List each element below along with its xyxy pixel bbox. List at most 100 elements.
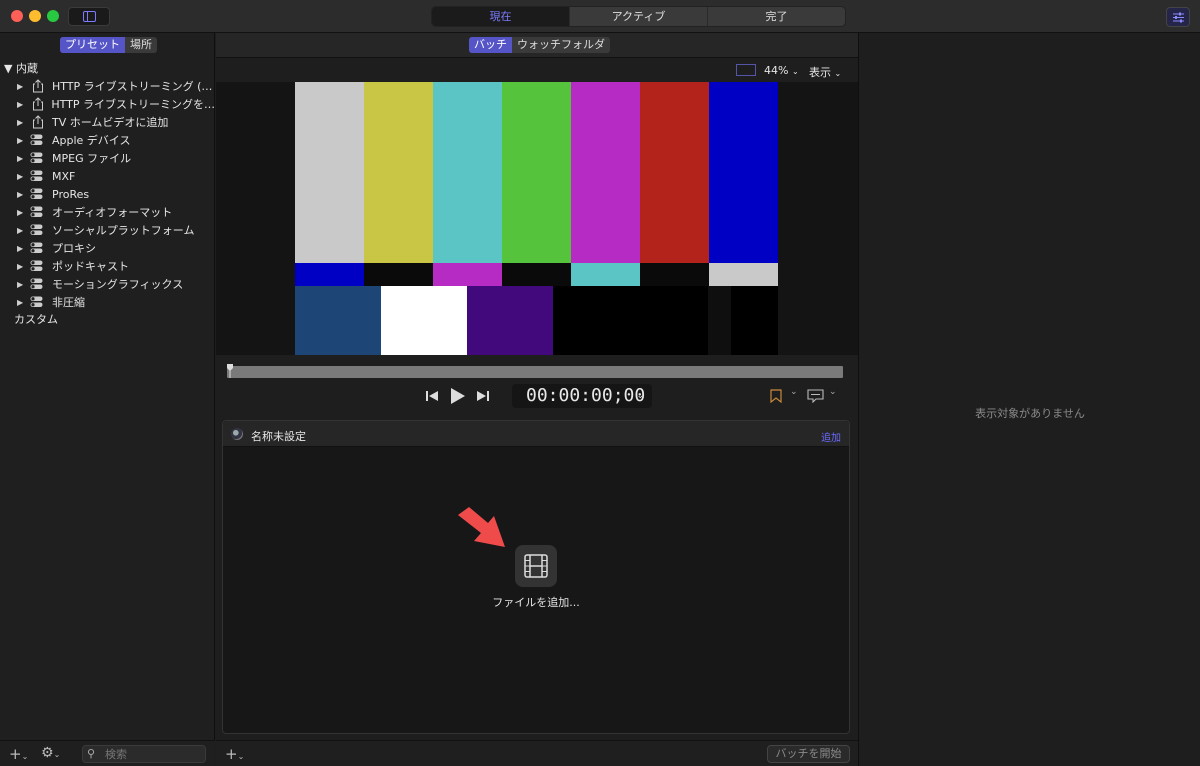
- preset-label: プロキシ: [52, 242, 96, 255]
- disclosure-triangle-icon[interactable]: ▶: [17, 82, 27, 91]
- preset-label: 非圧縮: [52, 296, 85, 309]
- zoom-window-button[interactable]: [47, 10, 59, 22]
- chevron-down-icon[interactable]: ⌄: [790, 387, 798, 397]
- custom-section-header[interactable]: カスタム: [14, 311, 58, 327]
- add-files-button[interactable]: [515, 545, 557, 587]
- zoom-menu[interactable]: 44% ⌄: [764, 64, 799, 77]
- preset-item[interactable]: ▶ オーディオフォーマット: [0, 203, 215, 221]
- sliders-icon: [1173, 12, 1184, 23]
- caption-icon[interactable]: [807, 389, 824, 403]
- preset-label: HTTP ライブストリーミングを…: [51, 98, 215, 111]
- zoom-value: 44%: [764, 64, 789, 77]
- color-bar: [433, 82, 503, 263]
- tab-batch[interactable]: バッチ: [469, 37, 512, 53]
- viewer-toolbar: 44% ⌄ 表示 ⌄: [216, 58, 858, 82]
- preset-item[interactable]: ▶ ProRes: [0, 185, 215, 203]
- arrow-pointer-icon: [458, 507, 505, 547]
- batch-footer: +⌄ バッチを開始: [216, 740, 858, 766]
- preset-label: ポッドキャスト: [52, 260, 129, 273]
- disclosure-triangle-icon[interactable]: ▶: [17, 244, 27, 253]
- minimize-window-button[interactable]: [29, 10, 41, 22]
- color-bar: [571, 82, 641, 263]
- gear-menu-button[interactable]: ⚙⌄: [41, 745, 60, 761]
- color-bar: [502, 82, 572, 263]
- start-batch-button[interactable]: バッチを開始: [767, 745, 850, 763]
- disclosure-triangle-icon[interactable]: ▶: [17, 298, 27, 307]
- disclosure-triangle-icon[interactable]: ▶: [17, 118, 27, 127]
- preset-item[interactable]: ▶ プロキシ: [0, 239, 215, 257]
- toggle-group-icon: [30, 206, 46, 218]
- disclosure-triangle-icon[interactable]: ▶: [17, 226, 27, 235]
- tab-locations[interactable]: 場所: [125, 37, 157, 53]
- disclosure-triangle-icon[interactable]: ▶: [17, 208, 27, 217]
- preset-label: HTTP ライブストリーミング (…: [52, 80, 213, 93]
- chevron-down-icon: ⌄: [636, 391, 644, 401]
- color-block: [553, 286, 687, 355]
- film-icon: [524, 554, 548, 578]
- preset-item[interactable]: ▶ 非圧縮: [0, 293, 215, 311]
- preset-item[interactable]: ▶ HTTP ライブストリーミングを…: [0, 95, 215, 113]
- disclosure-triangle-icon[interactable]: ▶: [17, 172, 27, 181]
- add-files-label[interactable]: ファイルを追加...: [468, 594, 604, 610]
- bookmark-icon[interactable]: [770, 389, 782, 403]
- sidebar-footer: +⌄ ⚙⌄ ⚲: [0, 740, 215, 766]
- toggle-group-icon: [30, 152, 46, 164]
- tab-completed[interactable]: 完了: [708, 7, 845, 26]
- share-icon: [30, 115, 46, 129]
- color-bar-mid: [295, 263, 365, 286]
- preset-item[interactable]: ▶ MXF: [0, 167, 215, 185]
- preset-label: ソーシャルプラットフォーム: [52, 224, 195, 237]
- preset-item[interactable]: ▶ HTTP ライブストリーミング (…: [0, 77, 215, 95]
- close-window-button[interactable]: [11, 10, 23, 22]
- go-to-start-icon[interactable]: [425, 390, 439, 402]
- play-icon[interactable]: [450, 387, 466, 405]
- scrubber-bar[interactable]: [227, 366, 843, 378]
- tab-watch-folders[interactable]: ウォッチフォルダ: [512, 37, 610, 53]
- share-icon: [30, 97, 46, 111]
- preset-item[interactable]: ▶ TV ホームビデオに追加: [0, 113, 215, 131]
- color-bar: [364, 82, 434, 263]
- playhead-icon[interactable]: [227, 364, 233, 378]
- preset-item[interactable]: ▶ ポッドキャスト: [0, 257, 215, 275]
- batch-title[interactable]: 名称未設定: [251, 428, 306, 444]
- tab-presets[interactable]: プリセット: [60, 37, 125, 53]
- add-link[interactable]: 追加: [821, 429, 841, 444]
- add-preset-button[interactable]: +⌄: [9, 745, 28, 763]
- color-bar-mid: [364, 263, 434, 286]
- view-menu-label: 表示: [809, 66, 831, 79]
- add-batch-button[interactable]: +⌄: [225, 745, 244, 763]
- chevron-down-icon[interactable]: ⌄: [829, 387, 837, 397]
- status-tabs: 現在 アクティブ 完了: [431, 6, 846, 27]
- go-to-end-icon[interactable]: [476, 390, 490, 402]
- preset-label: オーディオフォーマット: [52, 206, 173, 219]
- preset-item[interactable]: ▶ MPEG ファイル: [0, 149, 215, 167]
- disclosure-triangle-icon[interactable]: ▶: [17, 154, 27, 163]
- viewer-layout-icon[interactable]: [736, 64, 756, 76]
- preset-label: TV ホームビデオに追加: [52, 116, 169, 129]
- toggle-group-icon: [30, 296, 46, 308]
- empty-inspector-message: 表示対象がありません: [975, 407, 1085, 420]
- disclosure-triangle-icon[interactable]: ▶: [17, 262, 27, 271]
- batch-panel: 名称未設定 追加 ファイルを追加...: [222, 420, 850, 734]
- color-block: [708, 286, 732, 355]
- batch-panel-header: 名称未設定 追加: [223, 421, 849, 447]
- color-block: [381, 286, 468, 355]
- tab-current[interactable]: 現在: [432, 7, 570, 26]
- tab-active[interactable]: アクティブ: [570, 7, 708, 26]
- preset-item[interactable]: ▶ モーショングラフィックス: [0, 275, 215, 293]
- search-input[interactable]: [105, 747, 201, 761]
- timecode-display[interactable]: 00:00:00;00 ⌄: [512, 384, 652, 408]
- inspector-toggle-button[interactable]: [1166, 7, 1190, 27]
- batch-icon: [231, 428, 243, 440]
- preset-item[interactable]: ▶ ソーシャルプラットフォーム: [0, 221, 215, 239]
- disclosure-triangle-icon[interactable]: ▶: [17, 190, 27, 199]
- preset-search: ⚲: [82, 745, 206, 763]
- preset-item[interactable]: ▶ Apple デバイス: [0, 131, 215, 149]
- sidebar-toggle-button[interactable]: [68, 7, 110, 26]
- view-menu[interactable]: 表示 ⌄: [809, 64, 841, 80]
- disclosure-triangle-icon[interactable]: ▶: [17, 100, 27, 109]
- disclosure-triangle-icon[interactable]: ▶: [17, 280, 27, 289]
- builtin-section-header[interactable]: ▼ 内蔵: [4, 60, 38, 76]
- preset-label: モーショングラフィックス: [52, 278, 184, 291]
- disclosure-triangle-icon[interactable]: ▶: [17, 136, 27, 145]
